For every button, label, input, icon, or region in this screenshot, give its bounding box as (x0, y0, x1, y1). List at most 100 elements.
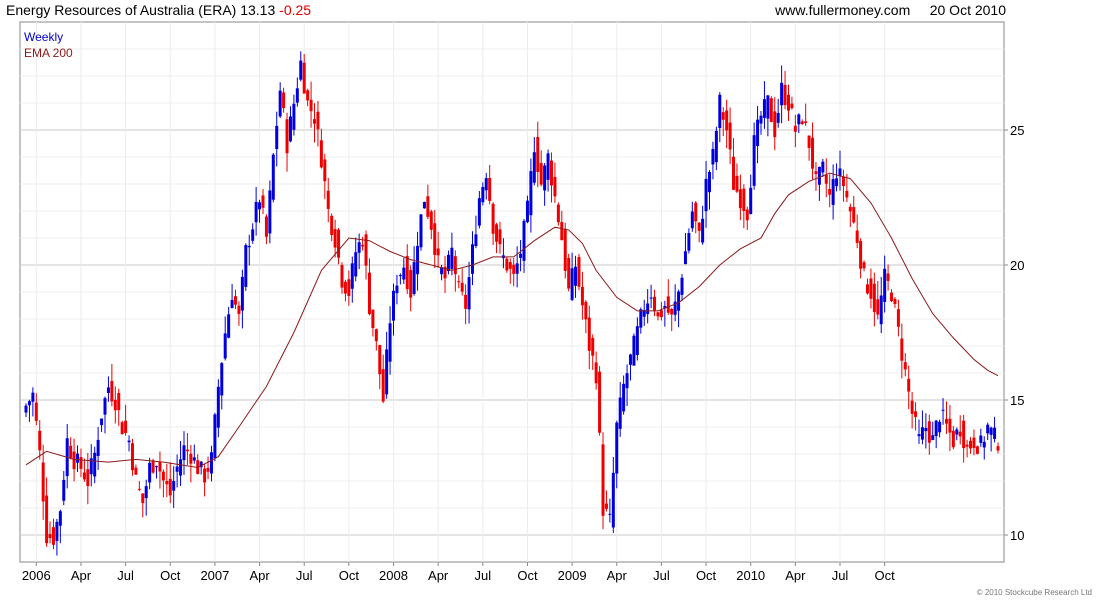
candle-body (271, 154, 275, 200)
candle-body (780, 82, 784, 106)
candle-body (944, 418, 948, 424)
candle-body (920, 427, 924, 440)
candle-body (491, 203, 495, 234)
candle-body (31, 392, 35, 402)
candle-body (392, 290, 396, 321)
candle-body (134, 467, 138, 475)
candle-body (948, 418, 952, 433)
candle-body (340, 264, 344, 288)
candle-body (955, 429, 959, 435)
candle-body (958, 431, 962, 437)
candle-body (800, 121, 804, 124)
x-tick-label: Oct (517, 568, 538, 583)
y-tick-label: 20 (1010, 258, 1024, 273)
candle-body (45, 495, 49, 544)
candle-body (725, 110, 729, 131)
candle-body (498, 229, 502, 245)
candle-body (560, 222, 564, 241)
candle-body (357, 242, 361, 253)
candle-body (402, 267, 406, 280)
candle-body (189, 453, 193, 464)
candle-body (618, 397, 622, 429)
candle-body (553, 176, 557, 197)
x-axis: 2006 Apr Jul Oct 2007 Apr Jul Oct 2008 Apr Jul Oct 2… (22, 562, 895, 583)
candle-body (756, 119, 760, 147)
candle-body (817, 166, 821, 185)
x-tick-label: Jul (296, 568, 313, 583)
candle-body (848, 206, 852, 212)
candle-body (546, 153, 550, 180)
candle-body (670, 308, 674, 315)
candle-body (381, 369, 385, 402)
candle-body (989, 427, 993, 435)
candle-body (244, 244, 248, 287)
candle-body (278, 90, 282, 117)
candle-body (495, 224, 499, 242)
candle-body (697, 222, 701, 231)
candle-body (433, 223, 437, 255)
y-tick-label: 25 (1010, 123, 1024, 138)
candle-body (828, 188, 832, 195)
candle-body (505, 258, 509, 271)
candle-body (330, 215, 334, 236)
candle-body (855, 230, 859, 243)
candle-body (488, 177, 492, 201)
candle-body (182, 445, 186, 461)
candle-body (934, 420, 938, 437)
candle-body (876, 299, 880, 315)
x-tick-label: Jul (653, 568, 670, 583)
candle-body (694, 202, 698, 222)
candle-body (172, 481, 176, 491)
candle-body (804, 121, 808, 124)
candle-body (769, 98, 773, 122)
candle-body (464, 294, 468, 309)
candle-body (268, 190, 272, 234)
candle-body (965, 444, 969, 447)
candle-body (883, 268, 887, 302)
candle-body (938, 421, 942, 433)
candle-body (508, 262, 512, 269)
candle-body (598, 371, 602, 433)
candle-body (457, 281, 461, 283)
candle-body (426, 196, 430, 217)
candle-body (364, 234, 368, 266)
candle-body (354, 252, 358, 277)
candle-body (910, 400, 914, 414)
candle-body (120, 422, 124, 435)
candle-body (707, 172, 711, 193)
candle-body (515, 263, 519, 274)
candle-body (519, 253, 523, 258)
candle-body (969, 440, 973, 449)
candle-body (48, 534, 52, 539)
legend-weekly: Weekly (24, 30, 64, 44)
candle-body (106, 387, 110, 393)
candle-body (422, 201, 426, 209)
candle-body (680, 277, 684, 295)
candle-body (896, 309, 900, 327)
candle-body (914, 411, 918, 417)
candle-body (216, 386, 220, 428)
candle-body (103, 398, 107, 415)
candle-body (745, 209, 749, 221)
candle-body (337, 229, 341, 258)
candle-body (55, 521, 59, 541)
candle-body (34, 402, 38, 421)
candle-body (127, 440, 131, 443)
y-tick-label: 10 (1010, 528, 1024, 543)
candle-body (728, 122, 732, 150)
candle-body (659, 310, 663, 318)
candle-body (251, 229, 255, 241)
candle-body (594, 362, 598, 384)
candle-body (350, 263, 354, 289)
candle-body (316, 111, 320, 130)
candle-body (361, 244, 365, 247)
candle-body (584, 301, 588, 320)
candle-body (556, 204, 560, 223)
candle-body (786, 94, 790, 111)
candle-body (656, 312, 660, 317)
candle-body (941, 409, 945, 411)
candle-body (247, 245, 251, 248)
candle-body (130, 443, 134, 471)
candle-body (536, 136, 540, 172)
candle-body (450, 247, 454, 269)
